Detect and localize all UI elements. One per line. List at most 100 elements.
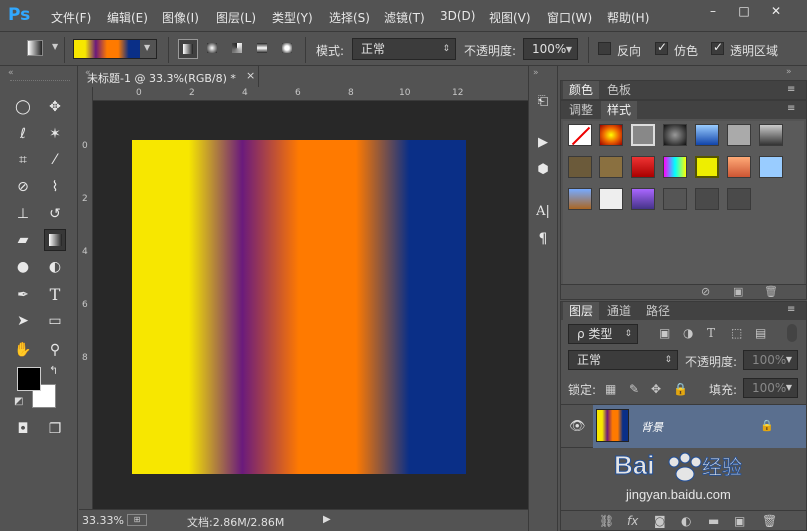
style-swatch[interactable]	[663, 124, 687, 146]
diamond-gradient-button[interactable]	[278, 39, 298, 59]
history-brush-icon[interactable]: ↺	[44, 203, 66, 225]
history-panel-icon[interactable]: ⎗	[532, 91, 554, 113]
fill-field[interactable]: 100% ▼	[743, 378, 798, 398]
gradient-canvas[interactable]	[132, 140, 466, 474]
style-swatch[interactable]	[663, 156, 687, 178]
filter-pixel-icon[interactable]: ▣	[659, 326, 670, 340]
toolbox-grip[interactable]	[10, 80, 70, 83]
tab-swatches[interactable]: 色板	[601, 81, 637, 99]
marquee-icon[interactable]: ◯	[12, 96, 34, 118]
rectangle-shape-icon[interactable]: ▭	[44, 310, 66, 332]
zoom-icon[interactable]: ⚲	[44, 339, 66, 361]
link-layers-icon[interactable]: ⛓	[599, 514, 614, 528]
style-swatch[interactable]	[727, 188, 751, 210]
chevron-down-icon[interactable]: ▼	[52, 42, 58, 51]
move-icon[interactable]: ✥	[44, 96, 66, 118]
panel-menu-icon[interactable]: ≡	[787, 84, 795, 95]
collapse-arrows-icon[interactable]: «	[8, 68, 14, 78]
reverse-checkbox[interactable]	[598, 42, 611, 55]
menu-type[interactable]: 类型(Y)	[272, 9, 313, 26]
menu-help[interactable]: 帮助(H)	[607, 9, 649, 26]
linear-gradient-button[interactable]	[178, 39, 198, 59]
layer-opacity-field[interactable]: 100% ▼	[743, 350, 798, 370]
style-swatch[interactable]	[599, 156, 623, 178]
clear-style-icon[interactable]: ⊘	[701, 285, 710, 298]
minimize-button[interactable]: –	[703, 3, 723, 19]
menu-layer[interactable]: 图层(L)	[216, 9, 256, 26]
expand-arrows-icon[interactable]: »	[533, 68, 539, 78]
menu-select[interactable]: 选择(S)	[329, 9, 370, 26]
lasso-icon[interactable]: ℓ	[12, 123, 34, 145]
style-swatch[interactable]	[631, 156, 655, 178]
panel-menu-icon[interactable]: ≡	[787, 103, 795, 114]
new-style-icon[interactable]: ▣	[733, 285, 743, 298]
tab-channels[interactable]: 通道	[601, 302, 637, 320]
menu-3d[interactable]: 3D(D)	[440, 9, 475, 23]
chevron-down-icon[interactable]: ▼	[144, 43, 150, 52]
collapse-arrows-icon[interactable]: »	[786, 67, 792, 77]
style-swatch[interactable]	[631, 188, 655, 210]
default-colors-icon[interactable]: ◩	[14, 396, 23, 407]
layer-filter-select[interactable]: ρ 类型 ⇕	[568, 324, 638, 344]
eye-icon[interactable]: 👁	[569, 419, 586, 434]
tab-color[interactable]: 颜色	[563, 81, 600, 99]
style-swatch[interactable]	[759, 124, 783, 146]
gradient-tool-preset-icon[interactable]	[27, 40, 43, 56]
tab-adjustments[interactable]: 调整	[563, 101, 599, 119]
adjustment-layer-icon[interactable]: ◐	[681, 514, 691, 528]
3d-panel-icon[interactable]: ⬢	[532, 159, 554, 181]
new-group-icon[interactable]: ▬	[708, 514, 719, 528]
gradient-tool-icon[interactable]	[44, 229, 66, 251]
document-tab[interactable]: « 未标题-1 @ 33.3%(RGB/8) * ×	[79, 66, 259, 87]
add-mask-icon[interactable]: ◙	[654, 514, 666, 528]
status-options-icon[interactable]: ⊞	[127, 514, 147, 526]
style-swatch[interactable]	[599, 188, 623, 210]
style-swatch[interactable]	[695, 156, 719, 178]
foreground-color-swatch-top[interactable]	[17, 367, 41, 391]
lock-image-icon[interactable]: ✎	[629, 382, 639, 396]
lock-position-icon[interactable]: ✥	[651, 382, 661, 396]
clone-stamp-icon[interactable]: ⊥	[12, 203, 34, 225]
hand-icon[interactable]: ✋	[12, 339, 34, 361]
mode-select[interactable]: 正常 ⇕	[352, 38, 456, 60]
lock-transparent-icon[interactable]: ▦	[605, 382, 616, 396]
tab-paths[interactable]: 路径	[640, 302, 676, 320]
menu-window[interactable]: 窗口(W)	[547, 9, 592, 26]
character-panel-icon[interactable]: A|	[532, 201, 554, 223]
reflected-gradient-button[interactable]	[253, 39, 273, 59]
close-tab-icon[interactable]: ×	[246, 69, 255, 82]
style-swatch[interactable]	[695, 188, 719, 210]
menu-file[interactable]: 文件(F)	[51, 9, 91, 26]
pen-icon[interactable]: ✒	[12, 284, 34, 306]
menu-edit[interactable]: 编辑(E)	[107, 9, 148, 26]
layer-blend-mode-select[interactable]: 正常 ⇕	[568, 350, 678, 370]
panel-menu-icon[interactable]: ≡	[787, 304, 795, 315]
delete-layer-icon[interactable]: 🗑	[762, 514, 777, 528]
style-swatch[interactable]	[759, 156, 783, 178]
tab-layers[interactable]: 图层	[563, 302, 600, 320]
menu-image[interactable]: 图像(I)	[162, 9, 199, 26]
style-swatch[interactable]	[599, 124, 623, 146]
filter-adjustment-icon[interactable]: ◑	[683, 326, 693, 340]
style-swatch[interactable]	[695, 124, 719, 146]
filter-smart-object-icon[interactable]: ▤	[755, 326, 766, 340]
zoom-level[interactable]: 33.33%	[82, 514, 124, 527]
gradient-picker[interactable]: ▼	[73, 39, 157, 59]
screen-mode-icon[interactable]: ❐	[44, 418, 66, 440]
swap-colors-icon[interactable]: ↰	[49, 364, 58, 377]
paragraph-panel-icon[interactable]: ¶	[532, 228, 554, 250]
transparency-checkbox[interactable]	[711, 40, 724, 55]
layer-row[interactable]: 👁 背景 🔒	[561, 404, 806, 448]
style-swatch[interactable]	[631, 124, 655, 146]
style-swatch-none[interactable]	[568, 124, 592, 146]
crop-icon[interactable]: ⌗	[12, 149, 34, 171]
eraser-icon[interactable]: ▰	[12, 229, 34, 251]
eyedropper-icon[interactable]: ⁄	[44, 149, 66, 171]
style-swatch[interactable]	[568, 188, 592, 210]
actions-panel-icon[interactable]: ▶	[532, 132, 554, 154]
tab-styles[interactable]: 样式	[601, 101, 638, 119]
style-swatch[interactable]	[568, 156, 592, 178]
status-menu-arrow-icon[interactable]: ▶	[323, 514, 331, 525]
style-swatch[interactable]	[663, 188, 687, 210]
menu-filter[interactable]: 滤镜(T)	[384, 9, 425, 26]
